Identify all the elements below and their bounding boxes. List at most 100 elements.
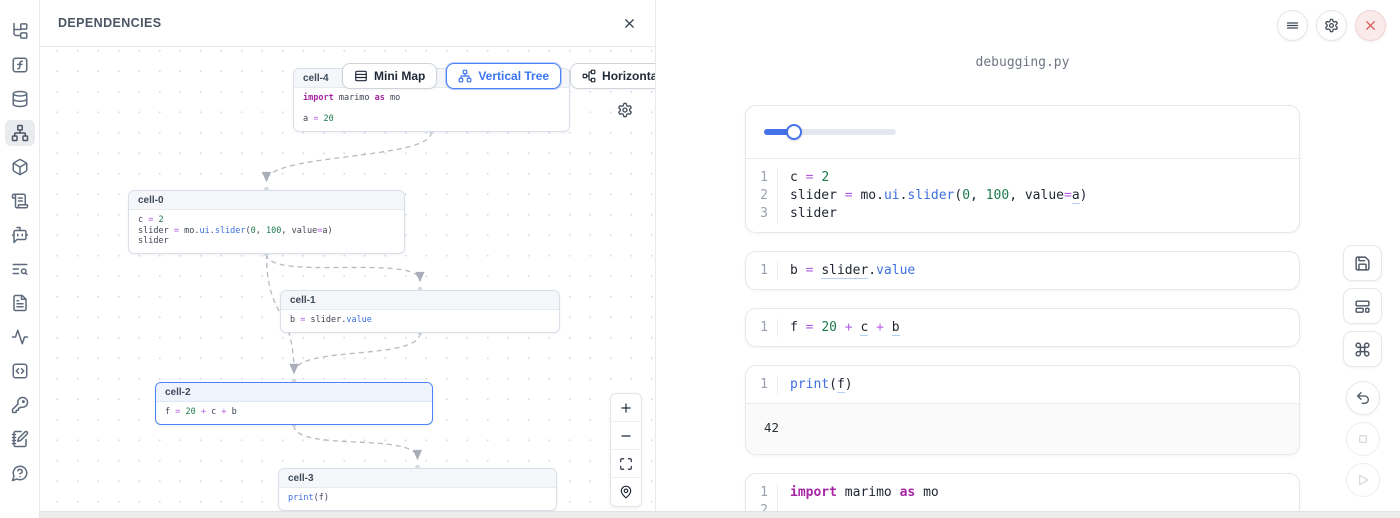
- cells-column: 123c = 2slider = mo.ui.slider(0, 100, va…: [745, 105, 1300, 518]
- notebook-menu-button[interactable]: [1277, 10, 1308, 41]
- horizontal-scrollbar[interactable]: [40, 511, 1400, 518]
- graph-toolbar: Mini Map Vertical Tree Horizontal Tree: [342, 63, 655, 89]
- dependencies-panel: DEPENDENCIES Mini Map Vertical Tree Horizo…: [40, 0, 656, 518]
- stop-button[interactable]: [1346, 422, 1380, 456]
- save-button[interactable]: [1343, 245, 1382, 281]
- view-button-label: Mini Map: [374, 69, 425, 83]
- function-square-icon: [11, 56, 29, 74]
- panel-title: DEPENDENCIES: [58, 16, 161, 30]
- bot-chat-icon: [11, 226, 29, 244]
- notebook-actions: [1343, 245, 1382, 497]
- code-editor[interactable]: 123c = 2slider = mo.ui.slider(0, 100, va…: [746, 159, 1299, 232]
- sidebar-item-help[interactable]: [5, 460, 35, 486]
- keyboard-shortcuts-button[interactable]: [1343, 331, 1382, 367]
- graph-settings-icon: [617, 102, 633, 118]
- sidebar-item-documentation[interactable]: [5, 290, 35, 316]
- close-icon: [622, 16, 637, 31]
- graph-node-code: import marimo as mo a = 20: [294, 88, 569, 131]
- notebook-settings-button[interactable]: [1316, 10, 1347, 41]
- slider-input[interactable]: [764, 129, 896, 135]
- graph-canvas[interactable]: Mini Map Vertical Tree Horizontal Tree cel…: [40, 47, 655, 518]
- sidebar-item-variables[interactable]: [5, 52, 35, 78]
- graph-settings-button[interactable]: [617, 102, 633, 121]
- notebook-pen-icon: [11, 430, 29, 448]
- scroll-to-cell-button[interactable]: [611, 478, 641, 506]
- panel-close-button[interactable]: [622, 16, 637, 31]
- scroll-to-cell-icon: [619, 485, 633, 499]
- code-editor[interactable]: 1print(f): [746, 366, 1299, 403]
- undo-icon: [1355, 390, 1371, 406]
- code-editor[interactable]: 1f = 20 + c + b: [746, 309, 1299, 346]
- slider-thumb[interactable]: [786, 124, 802, 140]
- sidebar-item-logs[interactable]: [5, 256, 35, 282]
- tree-vertical-icon: [458, 69, 472, 83]
- graph-zoom-controls: [610, 393, 642, 507]
- undo-button[interactable]: [1346, 381, 1380, 415]
- zoom-out-icon: [619, 429, 633, 443]
- graph-node-code: c = 2slider = mo.ui.slider(0, 100, value…: [129, 210, 404, 253]
- slider-output-area: [746, 106, 1299, 159]
- zoom-out-button[interactable]: [611, 422, 641, 450]
- network-icon: [11, 124, 29, 142]
- graph-node-cell-0[interactable]: cell-0c = 2slider = mo.ui.slider(0, 100,…: [128, 190, 405, 254]
- main-notebook-area: debugging.py 123c = 2slider = mo.ui.slid…: [656, 0, 1400, 518]
- shutdown-button[interactable]: [1355, 10, 1386, 41]
- notebook-filename[interactable]: debugging.py: [745, 55, 1300, 70]
- graph-node-title: cell-1: [281, 291, 559, 310]
- fit-view-icon: [619, 457, 633, 471]
- code-square-icon: [11, 362, 29, 380]
- view-button-label: Horizontal Tree: [602, 69, 655, 83]
- key-icon: [11, 396, 29, 414]
- icon-sidebar: [0, 0, 40, 518]
- minimap-icon: [354, 69, 368, 83]
- code-lines: print(f): [778, 376, 853, 394]
- app-layout-icon: [1354, 298, 1371, 315]
- scroll-text-icon: [11, 192, 29, 210]
- line-numbers: 123: [746, 169, 778, 223]
- graph-node-title: cell-2: [156, 383, 432, 402]
- sidebar-item-data-sources[interactable]: [5, 86, 35, 112]
- graph-node-code: b = slider.value: [281, 310, 559, 332]
- sidebar-item-snippets[interactable]: [5, 358, 35, 384]
- view-button-vertical-tree[interactable]: Vertical Tree: [446, 63, 561, 89]
- app-layout-button[interactable]: [1343, 288, 1382, 324]
- sidebar-item-file-explorer[interactable]: [5, 18, 35, 44]
- help-circle-icon: [11, 464, 29, 482]
- zoom-in-button[interactable]: [611, 394, 641, 422]
- view-button-label: Vertical Tree: [478, 69, 549, 83]
- sidebar-item-outline[interactable]: [5, 188, 35, 214]
- run-all-icon: [1355, 472, 1371, 488]
- notebook-settings-icon: [1324, 18, 1339, 33]
- graph-node-cell-2[interactable]: cell-2f = 20 + c + b: [155, 382, 433, 425]
- sidebar-item-packages[interactable]: [5, 154, 35, 180]
- graph-node-title: cell-3: [279, 469, 556, 488]
- sidebar-item-secrets[interactable]: [5, 392, 35, 418]
- sidebar-item-chat[interactable]: [5, 222, 35, 248]
- save-icon: [1354, 255, 1371, 272]
- view-button-mini-map[interactable]: Mini Map: [342, 63, 437, 89]
- notebook-cell-4: 1print(f)42: [745, 365, 1300, 455]
- sidebar-item-dependencies[interactable]: [5, 120, 35, 146]
- graph-node-cell-3[interactable]: cell-3print(f): [278, 468, 557, 511]
- sidebar-item-tracing[interactable]: [5, 324, 35, 350]
- graph-node-code: f = 20 + c + b: [156, 402, 432, 424]
- fit-view-button[interactable]: [611, 450, 641, 478]
- file-tree-icon: [11, 22, 29, 40]
- line-numbers: 1: [746, 376, 778, 394]
- text-search-icon: [11, 260, 29, 278]
- notebook-cell-3: 1f = 20 + c + b: [745, 308, 1300, 347]
- stop-icon: [1355, 431, 1371, 447]
- window-buttons: [1277, 10, 1386, 41]
- sidebar-item-scratchpad[interactable]: [5, 426, 35, 452]
- run-all-button[interactable]: [1346, 463, 1380, 497]
- graph-node-cell-1[interactable]: cell-1b = slider.value: [280, 290, 560, 333]
- code-editor[interactable]: 1b = slider.value: [746, 252, 1299, 289]
- notebook-menu-icon: [1285, 18, 1300, 33]
- database-icon: [11, 90, 29, 108]
- cell-output: 42: [746, 403, 1299, 454]
- view-button-horizontal-tree[interactable]: Horizontal Tree: [570, 63, 655, 89]
- tree-horizontal-icon: [582, 69, 596, 83]
- graph-node-title: cell-0: [129, 191, 404, 210]
- code-lines: f = 20 + c + b: [778, 319, 900, 337]
- notebook-cell-1: 123c = 2slider = mo.ui.slider(0, 100, va…: [745, 105, 1300, 233]
